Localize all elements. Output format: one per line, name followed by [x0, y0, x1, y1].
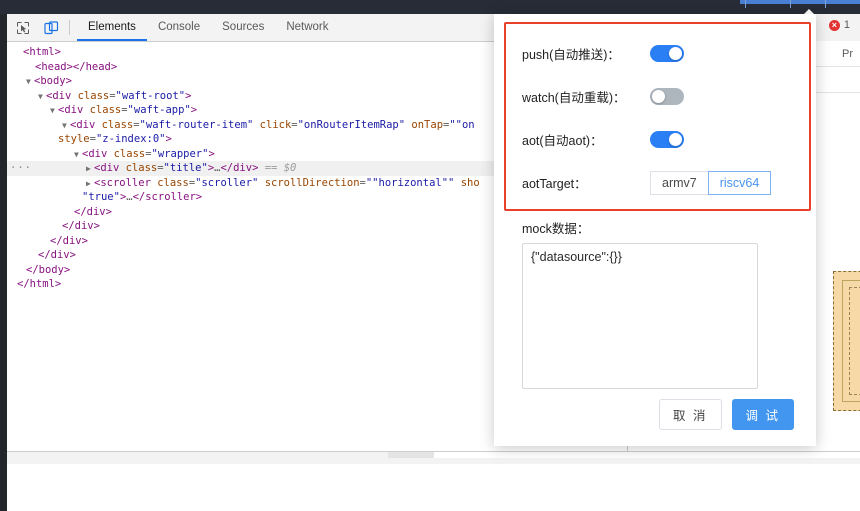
left-gutter	[0, 14, 7, 511]
watch-label: watch(自动重载)：	[522, 91, 626, 105]
browser-chrome-strip	[0, 0, 860, 14]
chrome-blue-bar	[740, 0, 860, 4]
devtools-tab-list: Elements Console Sources Network	[77, 14, 340, 41]
mock-data-label: mock数据：	[522, 222, 590, 236]
box-model-diagram	[833, 271, 860, 411]
option-row-aot-target: aotTarget： armv7 riscv64	[522, 161, 792, 204]
watch-toggle-knob	[652, 90, 665, 103]
aot-target-option-armv7[interactable]: armv7	[650, 170, 709, 195]
tab-console[interactable]: Console	[147, 14, 211, 41]
push-toggle-knob	[669, 47, 682, 60]
aot-toggle-knob	[669, 133, 682, 146]
error-count-badge[interactable]: × 1	[828, 19, 850, 31]
mock-data-textarea[interactable]	[522, 243, 758, 389]
option-row-push: push(自动推送)：	[522, 32, 792, 75]
option-row-aot: aot(自动aot)：	[522, 118, 792, 161]
error-circle-icon: ×	[828, 19, 840, 31]
tab-sources[interactable]: Sources	[211, 14, 275, 41]
aot-toggle[interactable]	[650, 131, 684, 148]
aot-label: aot(自动aot)：	[522, 134, 603, 148]
push-label: push(自动推送)：	[522, 48, 620, 62]
styles-pane-header-label: Pr	[842, 47, 853, 60]
device-toolbar-icon[interactable]	[39, 17, 63, 39]
toolbar-separator	[69, 20, 70, 35]
node-ellipsis-marker: ···	[10, 162, 32, 174]
error-count-label: 1	[843, 19, 850, 31]
chrome-tick	[790, 0, 791, 8]
inspect-cursor-icon[interactable]	[11, 17, 35, 39]
watch-toggle[interactable]	[650, 88, 684, 105]
tab-elements[interactable]: Elements	[77, 14, 147, 41]
page-content-below	[7, 464, 860, 511]
cancel-button[interactable]: 取 消	[659, 399, 722, 430]
left-gutter-bottom	[0, 464, 7, 511]
dialog-footer: 取 消 调 试	[659, 399, 794, 430]
box-model-padding-layer	[849, 287, 860, 395]
box-model-border-layer	[842, 280, 860, 402]
aot-target-label: aotTarget：	[522, 177, 587, 191]
push-toggle[interactable]	[650, 45, 684, 62]
option-row-watch: watch(自动重载)：	[522, 75, 792, 118]
debug-button[interactable]: 调 试	[731, 399, 794, 430]
aot-target-option-riscv64[interactable]: riscv64	[707, 170, 772, 195]
chrome-tick	[745, 0, 746, 8]
aot-target-segmented-control: armv7 riscv64	[650, 170, 772, 195]
chrome-tick	[825, 0, 826, 8]
dialog-options-body: push(自动推送)： watch(自动重载)： aot(自动aot)： aot…	[494, 14, 816, 204]
debug-config-dialog: push(自动推送)： watch(自动重载)： aot(自动aot)： aot…	[494, 14, 816, 446]
tab-network[interactable]: Network	[275, 14, 339, 41]
